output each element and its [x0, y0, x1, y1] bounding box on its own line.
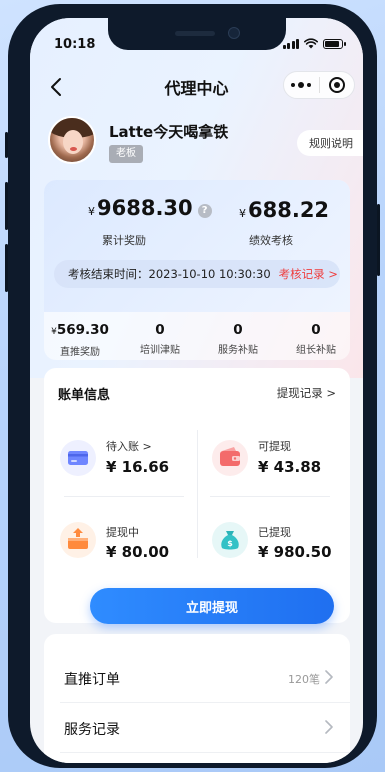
- app-screen: 10:18 代理中心 Latte今天喝拿铁 老板 规则说明 ¥9688.30?: [30, 18, 363, 763]
- stat-leader-subsidy[interactable]: 0 组长补贴: [284, 322, 348, 356]
- withdraw-record-link[interactable]: 提现记录 >: [277, 385, 336, 401]
- withdrawn-amount: ¥ 980.50: [258, 543, 332, 561]
- earnings-card: ¥9688.30? 累计奖励 ¥688.22 绩效考核 考核结束时间：2023-…: [44, 180, 350, 360]
- money-bag-icon: $: [212, 522, 248, 558]
- order-count: 120笔: [288, 673, 320, 686]
- avatar[interactable]: [48, 116, 96, 164]
- more-menu-button[interactable]: [284, 72, 319, 98]
- user-name: Latte今天喝拿铁: [109, 123, 229, 141]
- withdraw-now-button[interactable]: 立即提现: [90, 588, 334, 624]
- notch: [108, 18, 286, 50]
- volume-up-button: [5, 182, 8, 230]
- front-camera: [228, 27, 240, 39]
- target-icon: [328, 77, 345, 93]
- chevron-right-icon: [325, 720, 333, 734]
- pending-label[interactable]: 待入账 >: [106, 438, 152, 454]
- stat-training-allowance[interactable]: 0 培训津贴: [128, 322, 192, 356]
- help-icon[interactable]: ?: [197, 203, 212, 218]
- performance-label: 绩效考核: [249, 234, 293, 247]
- list-item-direct-orders[interactable]: 直推订单 120笔: [44, 654, 350, 702]
- status-time: 10:18: [54, 37, 96, 52]
- signal-icon: [282, 38, 299, 49]
- mute-switch: [5, 132, 8, 158]
- withdrawing-label: 提现中: [106, 526, 139, 539]
- chevron-right-icon: [325, 670, 333, 684]
- role-badge: 老板: [109, 145, 143, 163]
- volume-down-button: [5, 244, 8, 292]
- card-icon: [60, 440, 96, 476]
- assessment-bar: 考核结束时间：2023-10-10 10:30:30 考核记录 >: [54, 260, 340, 288]
- wallet-icon: [212, 440, 248, 476]
- bill-card: 账单信息 提现记录 > 待入账 > ¥ 16.66 可提现 ¥ 43.88 提现…: [44, 368, 350, 624]
- status-icons: [282, 38, 346, 49]
- total-reward-label: 累计奖励: [102, 234, 146, 247]
- record-list: 直推订单 120笔 服务记录: [44, 634, 350, 763]
- wifi-icon: [304, 38, 318, 49]
- total-reward-amount: ¥9688.30?: [88, 196, 212, 220]
- performance-amount: ¥688.22: [239, 198, 330, 222]
- stat-direct-reward[interactable]: ¥569.30 直推奖励: [48, 322, 112, 358]
- svg-text:$: $: [227, 539, 233, 548]
- bill-title: 账单信息: [58, 388, 111, 403]
- battery-icon: [323, 38, 346, 49]
- withdrawing-amount: ¥ 80.00: [106, 543, 170, 561]
- rules-button[interactable]: 规则说明: [297, 130, 363, 156]
- available-label: 可提现: [258, 440, 291, 453]
- more-dots-icon: [291, 82, 312, 88]
- stat-service-subsidy[interactable]: 0 服务补贴: [206, 322, 270, 356]
- assessment-record-link[interactable]: 考核记录 >: [279, 266, 338, 282]
- list-item-label: 直推订单: [64, 672, 120, 688]
- list-item-label: 服务记录: [64, 722, 120, 738]
- available-amount: ¥ 43.88: [258, 458, 322, 476]
- assessment-end-time: 考核结束时间：2023-10-10 10:30:30: [68, 267, 271, 281]
- close-program-button[interactable]: [320, 72, 355, 98]
- power-button: [377, 204, 380, 276]
- list-item-service-records[interactable]: 服务记录: [44, 704, 350, 752]
- upload-box-icon: [60, 522, 96, 558]
- mini-program-capsule: [283, 71, 355, 99]
- pending-amount: ¥ 16.66: [106, 458, 170, 476]
- withdrawn-label: 已提现: [258, 526, 291, 539]
- speaker: [175, 31, 215, 36]
